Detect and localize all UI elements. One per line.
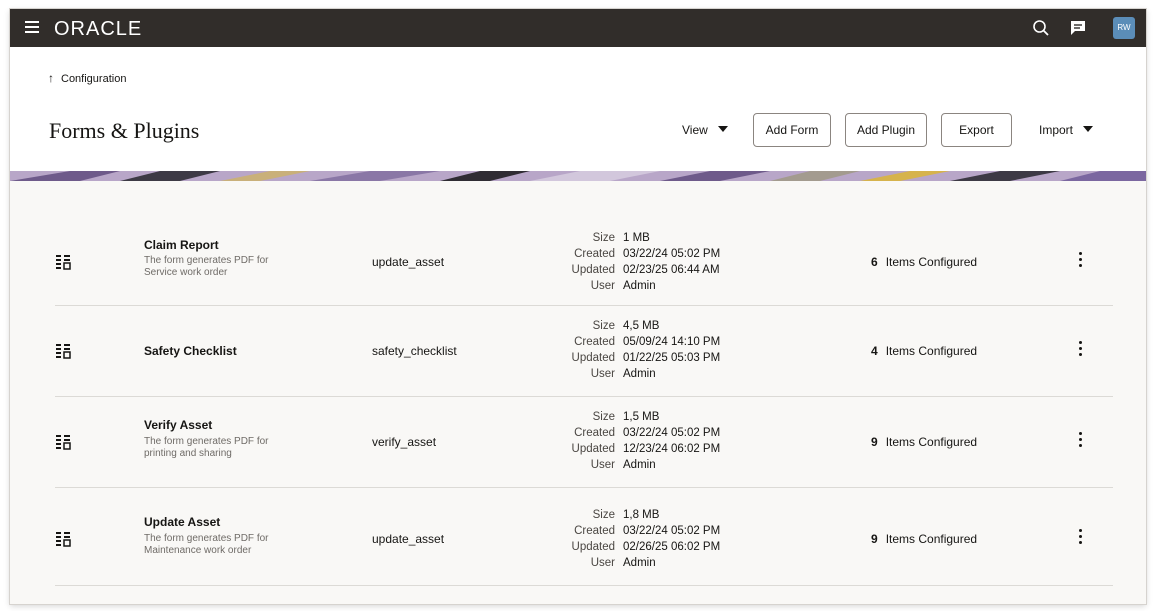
user-label: User [590, 459, 615, 471]
view-label: View [682, 123, 708, 137]
kebab-menu-icon[interactable] [1075, 529, 1085, 547]
created-value: 03/22/24 05:02 PM [623, 525, 721, 537]
form-description: The form generates PDF for Service work … [144, 255, 269, 278]
updated-label: Updated [571, 443, 615, 455]
form-template-icon [56, 344, 71, 359]
view-menu-button[interactable]: View [682, 123, 728, 137]
user-value: Admin [623, 280, 656, 292]
add-form-button[interactable]: Add Form [753, 113, 831, 147]
add-plugin-button[interactable]: Add Plugin [845, 113, 927, 147]
form-metadata: Size 1 MB Created 03/22/24 05:02 PM Update… [535, 230, 721, 294]
search-icon[interactable] [1031, 18, 1051, 38]
user-avatar[interactable]: RW [1113, 17, 1135, 39]
user-label: User [590, 557, 615, 569]
items-count: 9 [871, 435, 878, 449]
user-label: User [590, 280, 615, 292]
kebab-menu-icon[interactable] [1075, 432, 1085, 450]
kebab-menu-icon[interactable] [1075, 341, 1085, 359]
list-item[interactable]: Claim Report The form generates PDF for … [55, 209, 1113, 306]
created-label: Created [574, 525, 615, 537]
updated-value: 02/23/25 06:44 AM [623, 264, 720, 276]
form-name: Claim Report [144, 238, 219, 252]
decorative-banner [10, 171, 1146, 181]
updated-label: Updated [571, 352, 615, 364]
form-code: update_asset [372, 255, 445, 269]
page-title: Forms & Plugins [49, 118, 200, 143]
items-configured-label: Items Configured [885, 255, 978, 269]
form-metadata: Size 1,8 MB Created 03/22/24 05:02 PM Upda… [535, 507, 721, 571]
items-configured-label: Items Configured [885, 344, 978, 358]
items-configured: 4 Items Configured [871, 344, 977, 358]
import-label: Import [1039, 123, 1074, 137]
created-label: Created [574, 336, 615, 348]
form-code: verify_asset [372, 435, 437, 449]
breadcrumb-configuration[interactable]: ↑ Configuration [48, 71, 126, 85]
created-label: Created [574, 427, 615, 439]
form-description: The form generates PDF for printing and … [144, 436, 269, 459]
app-window: ORACLE RW ↑ Configuration Forms & Plugins… [10, 9, 1146, 604]
updated-value: 12/23/24 06:02 PM [623, 443, 721, 455]
updated-label: Updated [571, 541, 615, 553]
form-metadata: Size 4,5 MB Created 05/09/24 14:10 PM Upda… [535, 318, 721, 382]
user-value: Admin [623, 368, 656, 380]
oracle-logo: ORACLE [54, 18, 143, 40]
chat-icon[interactable] [1068, 18, 1088, 38]
items-configured-label: Items Configured [885, 435, 978, 449]
form-name: Safety Checklist [144, 344, 237, 358]
form-template-icon [56, 255, 71, 270]
list-item[interactable]: Safety Checklist safety_checklist Size 4,… [55, 305, 1113, 397]
updated-value: 01/22/25 05:03 PM [623, 352, 721, 364]
hamburger-icon[interactable] [25, 21, 39, 33]
breadcrumb-label: Configuration [61, 73, 127, 85]
created-value: 05/09/24 14:10 PM [623, 336, 721, 348]
list-item[interactable]: Update Asset The form generates PDF for … [55, 487, 1113, 586]
user-value: Admin [623, 557, 656, 569]
size-value: 1 MB [623, 232, 650, 244]
size-value: 1,8 MB [623, 509, 660, 521]
user-value: Admin [623, 459, 656, 471]
size-label: Size [592, 320, 615, 332]
items-configured: 9 Items Configured [871, 532, 977, 546]
form-template-icon [56, 435, 71, 450]
size-label: Size [592, 411, 615, 423]
top-bar: ORACLE RW [10, 9, 1146, 47]
size-label: Size [592, 232, 615, 244]
arrow-up-icon: ↑ [48, 71, 54, 85]
list-item[interactable]: Verify Asset The form generates PDF for … [55, 396, 1113, 488]
updated-label: Updated [571, 264, 615, 276]
items-configured: 6 Items Configured [871, 255, 977, 269]
size-value: 4,5 MB [623, 320, 660, 332]
user-label: User [590, 368, 615, 380]
size-label: Size [592, 509, 615, 521]
form-metadata: Size 1,5 MB Created 03/22/24 05:02 PM Upda… [535, 409, 721, 473]
caret-down-icon [717, 126, 728, 132]
export-button[interactable]: Export [941, 113, 1012, 147]
size-value: 1,5 MB [623, 411, 660, 423]
created-value: 03/22/24 05:02 PM [623, 427, 721, 439]
form-name: Verify Asset [144, 418, 213, 432]
created-value: 03/22/24 05:02 PM [623, 248, 721, 260]
updated-value: 02/26/25 06:02 PM [623, 541, 721, 553]
items-count: 4 [871, 344, 878, 358]
forms-list: Claim Report The form generates PDF for … [10, 181, 1146, 604]
form-template-icon [56, 532, 71, 547]
items-configured: 9 Items Configured [871, 435, 977, 449]
items-count: 9 [871, 532, 878, 546]
form-code: safety_checklist [372, 344, 457, 358]
caret-down-icon [1083, 126, 1094, 132]
items-configured-label: Items Configured [885, 532, 978, 546]
created-label: Created [574, 248, 615, 260]
form-description: The form generates PDF for Maintenance w… [144, 533, 269, 556]
kebab-menu-icon[interactable] [1075, 252, 1085, 270]
import-menu-button[interactable]: Import [1039, 123, 1094, 137]
form-name: Update Asset [144, 515, 221, 529]
items-count: 6 [871, 255, 878, 269]
form-code: update_asset [372, 532, 445, 546]
